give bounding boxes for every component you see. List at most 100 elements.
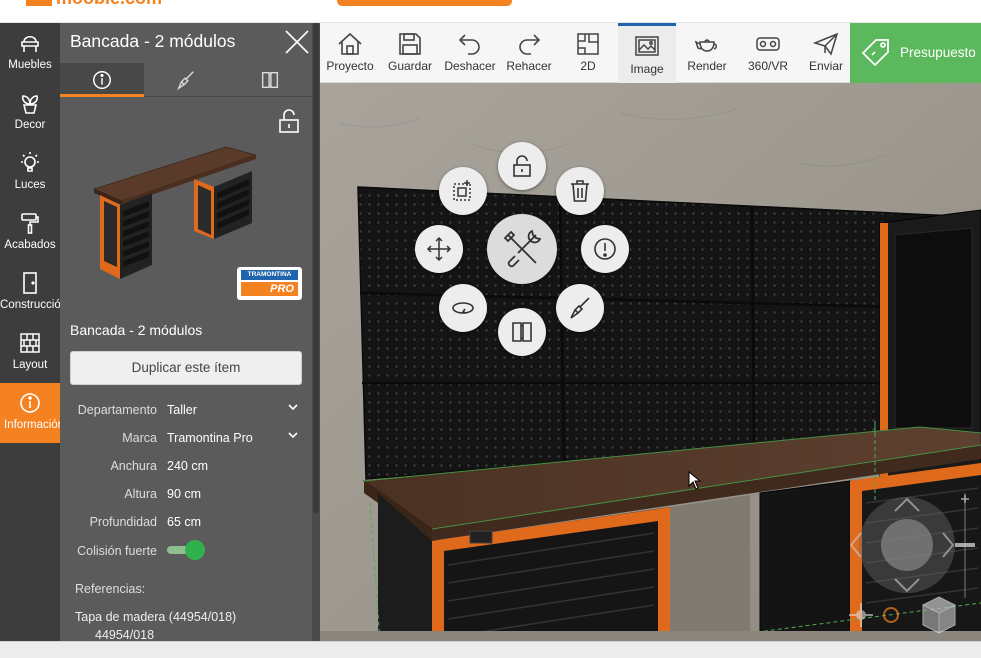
joystick-knob-icon [881,519,933,571]
app-root: mooble.com Muebles Decor Luces [0,0,981,658]
radial-group-button[interactable] [439,167,487,215]
radial-delete-button[interactable] [556,167,604,215]
radial-unlock-button[interactable] [498,142,546,190]
toolbar-label: Enviar [808,59,843,73]
sidebar-label: Decor [14,119,46,131]
panel-tabs [60,63,312,97]
collision-label: Colisión fuerte [77,544,157,558]
logo-text: mooble.com [56,0,162,9]
reference-line: Tapa de madera (44954/018) [75,610,237,624]
radial-paint-button[interactable] [556,284,604,332]
door-swap-icon [512,322,532,342]
zoom-handle [955,543,975,547]
left-sidebar: Muebles Decor Luces Acabados Construcció… [0,23,60,641]
department-select[interactable]: Taller [167,403,197,417]
toolbar-undo-button[interactable]: Deshacer [440,23,500,83]
sidebar-item-layout[interactable]: Layout [0,323,60,383]
door-icon [23,272,37,294]
toolbar-image-button[interactable]: Image [618,23,676,83]
door-swap-icon [261,71,279,89]
toolbar-label: Rehacer [506,59,552,73]
panel-scrollbar[interactable] [312,23,320,641]
undo-icon [458,34,480,55]
sidebar-label: Layout [12,359,48,371]
budget-label: Presupuesto [900,45,976,60]
budget-button[interactable]: Presupuesto [850,23,981,83]
image-icon [635,36,659,56]
toolbar-save-button[interactable]: Guardar [382,23,438,83]
prop-label-departamento: Departamento [77,403,157,417]
lock-open-icon[interactable] [277,108,301,134]
sidebar-label: Muebles [8,59,52,71]
scrollbar-thumb[interactable] [313,23,319,513]
chevron-down-icon[interactable] [287,402,299,412]
brand-select[interactable]: Tramontina Pro [167,431,253,445]
brick-wall-icon [20,333,40,353]
duplicate-item-button[interactable]: Duplicar este ítem [70,351,302,385]
sidebar-item-construccion[interactable]: Construcción [0,263,60,323]
chair-icon [21,35,39,52]
plant-icon [21,95,39,114]
save-icon [399,33,421,55]
toolbar-render-button[interactable]: Render [678,23,736,83]
prop-value-anchura: 240 cm [167,459,208,473]
radial-rotate-button[interactable] [439,284,487,332]
radial-move-button[interactable] [415,225,463,273]
brand-logo[interactable]: mooble.com [22,0,182,8]
close-icon[interactable] [284,29,310,55]
toggle-knob [185,540,205,560]
redo-icon [519,34,541,55]
orbit-icon [849,603,873,627]
panel-title: Bancada - 2 módulos [70,31,236,51]
brand-logo-line1: TRAMONTINA [241,270,298,280]
radial-variant-button[interactable] [498,308,546,356]
header-orange-tab[interactable] [337,0,512,6]
chevron-down-icon[interactable] [287,430,299,440]
toolbar-redo-button[interactable]: Rehacer [500,23,558,83]
sidebar-item-muebles[interactable]: Muebles [0,23,60,83]
collision-toggle[interactable] [167,540,205,560]
toolbar-send-button[interactable]: Enviar [798,23,854,83]
rotate-icon [452,302,474,314]
teapot-icon [694,39,717,52]
sidebar-label: Acabados [4,239,56,251]
info-icon [20,393,40,413]
sidebar-label: Luces [14,179,46,191]
toolbar-360vr-button[interactable]: 360/VR [738,23,798,83]
info-icon [594,238,616,260]
tab-info[interactable] [60,63,144,97]
brush-icon [177,71,194,91]
tools-icon [503,229,542,268]
toolbar-label: Deshacer [444,59,496,73]
prop-label-profundidad: Profundidad [89,515,157,529]
3d-viewport[interactable] [320,83,981,641]
tab-variants[interactable] [228,63,312,97]
reset-view-icon [883,607,899,623]
prop-label-anchura: Anchura [110,459,157,473]
toolbar-project-button[interactable]: Proyecto [322,23,378,83]
radial-info-button[interactable] [581,225,629,273]
vr-headset-icon [756,37,780,51]
prop-value-profundidad: 65 cm [167,515,202,529]
tab-finishes[interactable] [144,63,228,97]
bottom-statusbar [0,641,981,658]
camera-nav-widget[interactable] [847,493,977,638]
sidebar-label: Construcción [0,299,60,311]
send-icon [813,32,839,56]
toolbar-label: 360/VR [747,59,789,73]
toolbar-2d-button[interactable]: 2D [560,23,616,83]
toolbar-label: Proyecto [326,59,374,73]
sidebar-item-acabados[interactable]: Acabados [0,203,60,263]
mouse-cursor-icon [688,471,702,490]
radial-tools-button[interactable] [487,214,557,284]
toolbar-label: Render [687,59,727,73]
sidebar-item-luces[interactable]: Luces [0,143,60,203]
prop-value-altura: 90 cm [167,487,202,501]
prop-label-marca: Marca [122,431,157,445]
sidebar-item-informacion[interactable]: Información [0,383,60,443]
sidebar-item-decor[interactable]: Decor [0,83,60,143]
product-thumbnail [92,146,258,279]
toolbar-label: 2D [580,59,596,73]
zoom-in-icon [961,495,969,503]
item-info-panel: Bancada - 2 módulos TRAMONTINA PRO Banca… [60,23,312,642]
